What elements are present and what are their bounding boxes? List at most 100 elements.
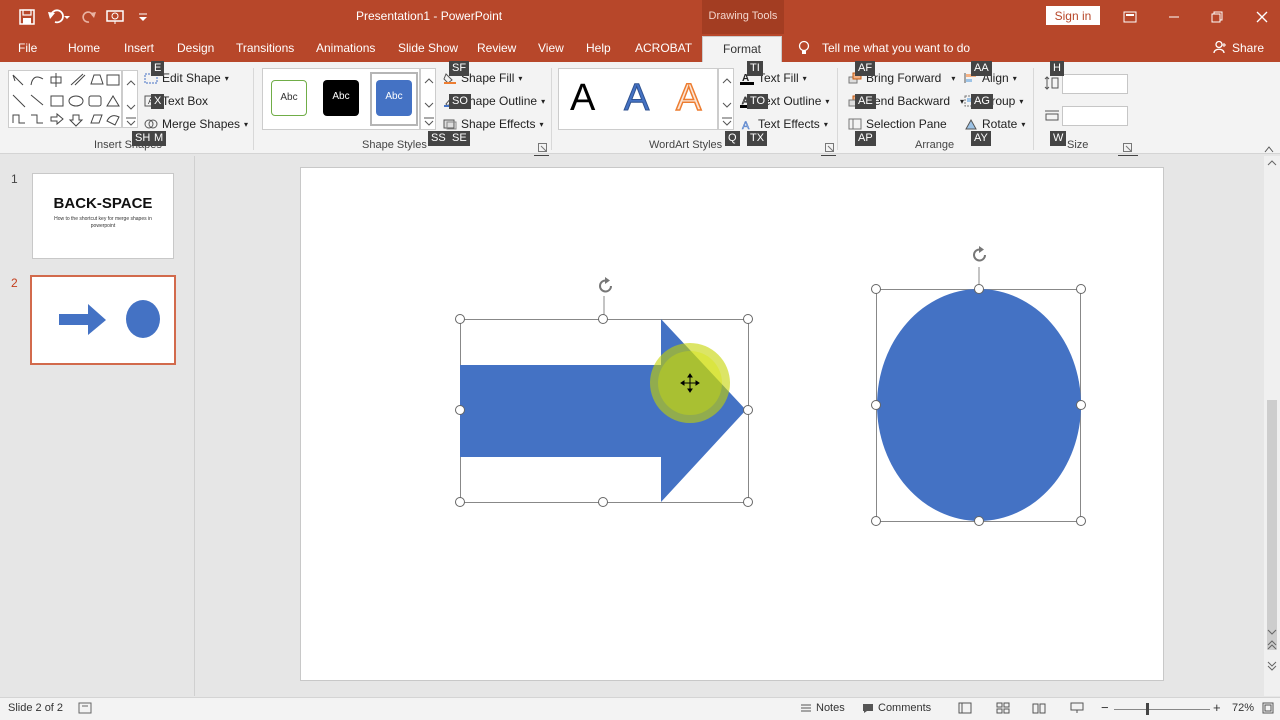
- text-fill-label: Text Fill: [758, 71, 799, 85]
- keytip-width: W: [1050, 131, 1067, 146]
- wordart-scroll[interactable]: [718, 68, 734, 130]
- keytip-shape-outline: SO: [449, 94, 471, 109]
- size-group-label: Size: [1067, 139, 1089, 151]
- reading-view-icon[interactable]: [1032, 702, 1046, 714]
- tab-transitions[interactable]: Transitions: [236, 41, 294, 55]
- shapes-gallery[interactable]: [8, 70, 122, 128]
- tab-view[interactable]: View: [538, 41, 564, 55]
- shape-height-input[interactable]: [1062, 74, 1128, 94]
- notes-button[interactable]: Notes: [800, 702, 845, 714]
- slide-number-1: 1: [11, 172, 18, 186]
- rotate-button[interactable]: Rotate ▾: [964, 117, 1025, 131]
- ribbon-display-options-icon[interactable]: [1116, 8, 1144, 26]
- zoom-out-button[interactable]: −: [1101, 700, 1109, 715]
- start-from-beginning-icon[interactable]: [104, 6, 126, 28]
- wordart-style-blue[interactable]: A: [623, 76, 649, 120]
- wordart-style-orange[interactable]: A: [675, 76, 702, 120]
- window-title: Presentation1 - PowerPoint: [356, 9, 503, 23]
- oval-resize-handle-top-right[interactable]: [1076, 284, 1086, 294]
- redo-icon[interactable]: [78, 6, 100, 28]
- oval-resize-handle-bottom-right[interactable]: [1076, 516, 1086, 526]
- selection-pane-button[interactable]: Selection Pane: [848, 117, 947, 131]
- fit-slide-icon[interactable]: [1262, 702, 1274, 714]
- tab-home[interactable]: Home: [68, 41, 100, 55]
- shapes-gallery-scroll[interactable]: [122, 70, 138, 128]
- tab-format[interactable]: Format: [702, 36, 783, 62]
- oval-rotate-handle-icon[interactable]: [970, 245, 990, 268]
- tab-design[interactable]: Design: [177, 41, 214, 55]
- minimize-icon[interactable]: [1160, 8, 1188, 26]
- keytip-merge-shapes: M: [151, 131, 167, 146]
- tab-file[interactable]: File: [18, 41, 37, 55]
- tell-me-search[interactable]: Tell me what you want to do: [822, 41, 970, 55]
- wordart-dialog-launcher-icon[interactable]: [825, 141, 834, 155]
- shape-style-black[interactable]: Abc: [323, 80, 359, 116]
- arrow-resize-handle-top[interactable]: [598, 314, 608, 324]
- shape-styles-dialog-launcher-icon[interactable]: [538, 141, 547, 155]
- text-effects-label: Text Effects: [758, 117, 820, 131]
- group-separator: [253, 68, 254, 150]
- zoom-slider-track[interactable]: [1114, 709, 1210, 710]
- arrow-resize-handle-bottom-right[interactable]: [743, 497, 753, 507]
- accessibility-check-icon[interactable]: [78, 702, 92, 714]
- undo-icon[interactable]: [46, 6, 72, 28]
- merge-shapes-icon: [144, 119, 158, 129]
- keytip-edit-shape: E: [151, 61, 165, 76]
- oval-resize-handle-right[interactable]: [1076, 400, 1086, 410]
- thumbnail-1-subtitle: How to the shortcut key for merge shapes…: [54, 216, 152, 229]
- oval-shape[interactable]: [877, 289, 1081, 521]
- rotate-label: Rotate: [982, 117, 1018, 131]
- oval-resize-handle-top[interactable]: [974, 284, 984, 294]
- customize-qat-icon[interactable]: [132, 6, 154, 28]
- shape-height-icon: [1044, 76, 1060, 93]
- vertical-scrollbar[interactable]: [1264, 156, 1280, 696]
- shape-style-outline[interactable]: Abc: [271, 80, 307, 116]
- tab-help[interactable]: Help: [586, 41, 611, 55]
- tab-slide-show[interactable]: Slide Show: [398, 41, 458, 55]
- oval-resize-handle-left[interactable]: [871, 400, 881, 410]
- share-person-icon[interactable]: [1213, 40, 1227, 57]
- shape-width-input[interactable]: [1062, 106, 1128, 126]
- sign-in-button[interactable]: Sign in: [1046, 6, 1100, 25]
- zoom-level[interactable]: 72%: [1232, 702, 1254, 714]
- slide-show-view-icon[interactable]: [1070, 702, 1084, 714]
- bring-forward-label: Bring Forward: [866, 71, 942, 85]
- tab-animations[interactable]: Animations: [316, 41, 375, 55]
- tab-review[interactable]: Review: [477, 41, 516, 55]
- arrow-resize-handle-bottom-left[interactable]: [455, 497, 465, 507]
- shape-effects-button[interactable]: Shape Effects ▾: [443, 117, 544, 131]
- shape-width-icon: [1044, 108, 1060, 125]
- tab-insert[interactable]: Insert: [124, 41, 154, 55]
- arrow-rotate-handle-icon[interactable]: [596, 276, 616, 299]
- arrow-resize-handle-bottom[interactable]: [598, 497, 608, 507]
- keytip-selection-pane: AP: [855, 131, 876, 146]
- arrow-resize-handle-top-right[interactable]: [743, 314, 753, 324]
- size-dialog-launcher-icon[interactable]: [1123, 141, 1132, 155]
- shape-style-blue[interactable]: Abc: [376, 80, 412, 116]
- collapse-ribbon-icon[interactable]: [1264, 142, 1274, 156]
- keytip-text-fill: TI: [747, 61, 763, 76]
- oval-resize-handle-bottom[interactable]: [974, 516, 984, 526]
- oval-resize-handle-bottom-left[interactable]: [871, 516, 881, 526]
- comments-button[interactable]: Comments: [862, 702, 931, 714]
- arrow-resize-handle-right[interactable]: [743, 405, 753, 415]
- tab-acrobat[interactable]: ACROBAT: [635, 41, 692, 55]
- restore-icon[interactable]: [1203, 8, 1231, 26]
- arrow-resize-handle-left[interactable]: [455, 405, 465, 415]
- normal-view-icon[interactable]: [958, 702, 972, 714]
- close-icon[interactable]: [1248, 8, 1276, 26]
- oval-resize-handle-top-left[interactable]: [871, 284, 881, 294]
- merge-shapes-button[interactable]: Merge Shapes ▾: [144, 117, 248, 131]
- share-button[interactable]: Share: [1232, 41, 1264, 55]
- shape-styles-scroll[interactable]: [420, 68, 436, 130]
- arrow-resize-handle-top-left[interactable]: [455, 314, 465, 324]
- wordart-style-black[interactable]: A: [570, 76, 595, 120]
- slide-sorter-view-icon[interactable]: [996, 702, 1010, 714]
- slide-thumbnail-2[interactable]: [30, 275, 176, 365]
- save-icon[interactable]: [16, 6, 38, 28]
- slide-thumbnail-1[interactable]: BACK-SPACE How to the shortcut key for m…: [32, 173, 174, 259]
- zoom-in-button[interactable]: +: [1213, 700, 1221, 715]
- selection-pane-label: Selection Pane: [866, 117, 947, 131]
- text-effects-button[interactable]: A Text Effects ▾: [740, 117, 828, 131]
- zoom-slider-thumb[interactable]: [1146, 703, 1149, 715]
